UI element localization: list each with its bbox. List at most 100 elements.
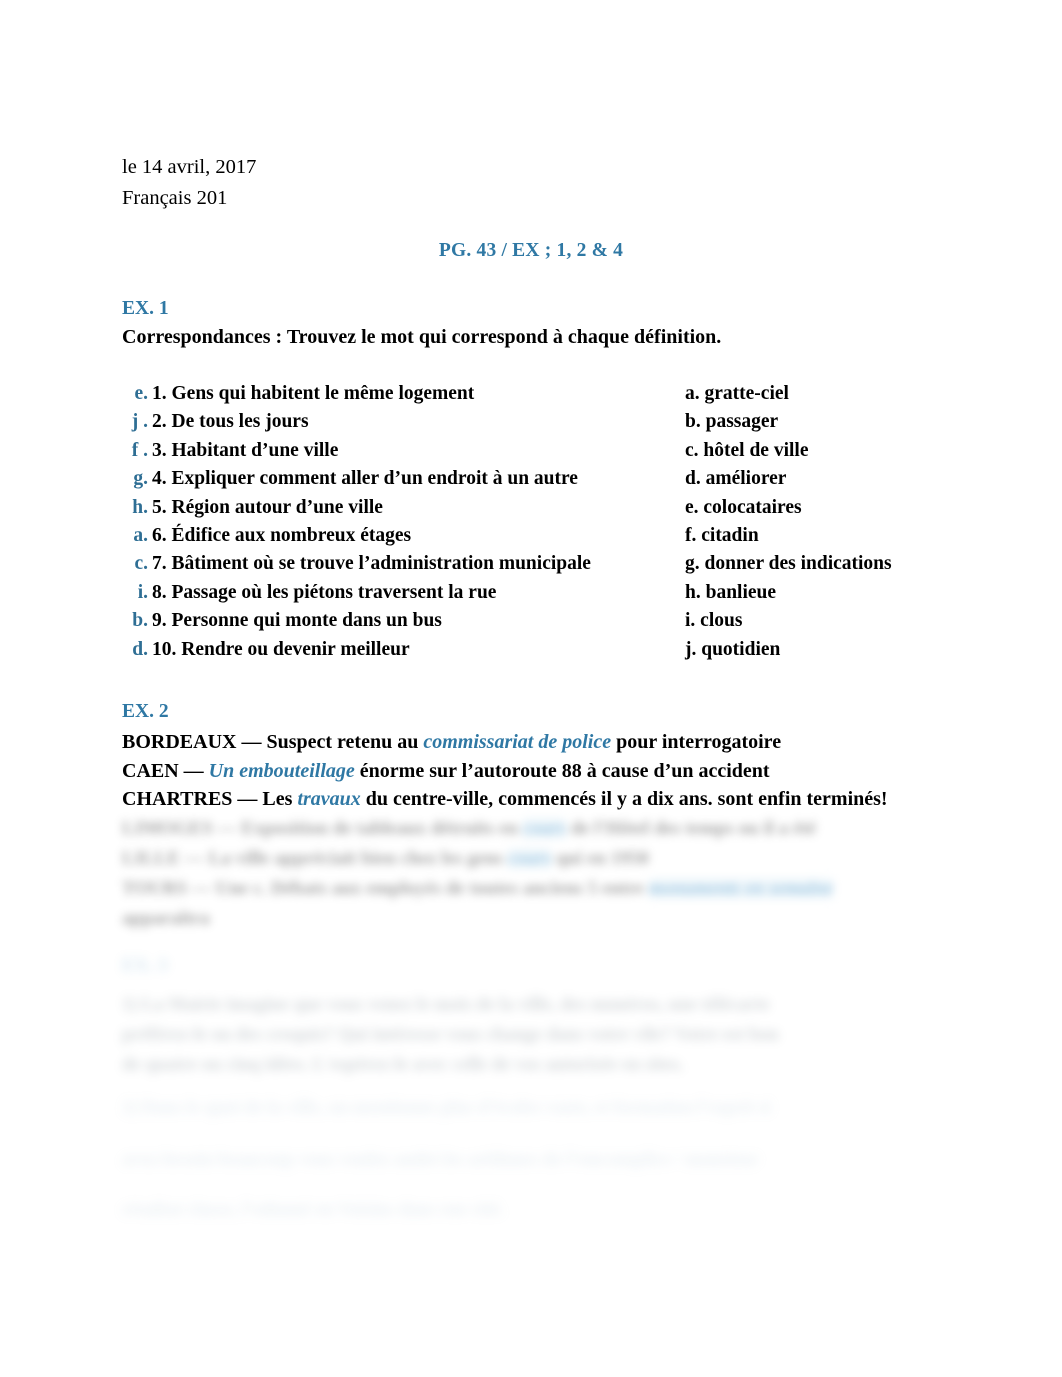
sentence-before: BORDEAUX — Suspect retenu au	[122, 731, 424, 753]
table-row: b. 9. Personne qui monte dans un bus i. c…	[122, 610, 952, 638]
choice-text: j. quotidien	[685, 638, 781, 660]
match-left-cell: i. 8. Passage où les piétons traversent l…	[122, 582, 682, 604]
sentence-after: pour interrogatoire	[611, 731, 782, 753]
ex2-sentence: BORDEAUX — Suspect retenu au commissaria…	[122, 728, 888, 757]
blurred-ex3-paragraph: 1) La Mairie imagine que vous venez le m…	[122, 990, 779, 1080]
table-row: c. 7. Bâtiment où se trouve l’administrat…	[122, 553, 952, 581]
definition-number: 2.	[152, 411, 167, 433]
blurred-line: TOURS — Une c. Débats aux employés de to…	[122, 874, 834, 904]
blurred-text: apparaîtra	[122, 908, 210, 929]
definition-number: 9.	[152, 610, 167, 632]
definition-text: Passage où les piétons traversent la rue	[171, 581, 497, 603]
choice-text: i. clous	[685, 610, 743, 632]
definition-text: Gens qui habitent le même logement	[171, 383, 475, 404]
blurred-line: LIMOGES — Exposition de tableaux détruit…	[122, 814, 833, 844]
match-left-cell: b. 9. Personne qui monte dans un bus	[122, 610, 682, 632]
match-left-cell: h. 5. Région autour d’une ville	[122, 497, 682, 519]
choice-text: g. donner des indications	[685, 553, 892, 575]
header-line-course: Français 201	[122, 187, 228, 209]
choice-text: e. colocataires	[685, 496, 802, 518]
choice-text: f. citadin	[685, 524, 759, 546]
definition-number: 1.	[152, 383, 167, 404]
choice-text: c. hôtel de ville	[685, 439, 809, 461]
definition-text: Région autour d’une ville	[171, 496, 383, 518]
definition-number: 10.	[152, 638, 177, 660]
table-row: f . 3. Habitant d’une ville c. hôtel de v…	[122, 440, 952, 468]
blurred-highlight: cours	[522, 818, 566, 839]
definition-text: Édifice aux nombreux étages	[171, 524, 412, 546]
inserted-answer: travaux	[297, 788, 361, 810]
choice-text: a. gratte-ciel	[685, 383, 789, 404]
sentence-before: CAEN —	[122, 759, 209, 782]
table-row: i. 8. Passage où les piétons traversent l…	[122, 582, 952, 610]
choice-text: d. améliorer	[685, 468, 787, 490]
answer-letter: h.	[132, 496, 148, 518]
sentence-after: énorme sur l’autoroute 88 à cause d’un a…	[354, 759, 770, 782]
answer-letter: j .	[131, 411, 148, 433]
choice-text: b. passager	[685, 411, 779, 433]
blurred-text: LIMOGES — Exposition de tableaux détruit…	[122, 818, 523, 839]
definition-number: 8.	[152, 581, 167, 603]
match-left-cell: j . 2. De tous les jours	[122, 411, 682, 433]
blurred-text: TOURS — Une c. Débats aux employés de to…	[122, 878, 649, 899]
definition-text: Bâtiment où se trouve l’administration m…	[171, 553, 591, 575]
section-heading-ex1: EX. 1	[122, 298, 169, 319]
blurred-tail-line: 2) Dans le quoi de la ville, on mentionn…	[122, 1098, 772, 1118]
table-row: j . 2. De tous les jours b. passager	[122, 411, 952, 439]
blurred-text: qui en 1950	[551, 848, 649, 869]
definition-text: Personne qui monte dans un bus	[171, 610, 442, 632]
inserted-answer: commissariat de police	[423, 731, 612, 753]
header-line-date: le 14 avril, 2017	[122, 156, 257, 178]
answer-letter: i.	[137, 581, 148, 603]
definition-number: 7.	[152, 553, 167, 575]
match-left-cell: g. 4. Expliquer comment aller d’un endroi…	[122, 468, 682, 490]
answer-letter: g.	[133, 468, 148, 490]
blurred-highlight: monuments en semaine	[648, 878, 834, 899]
match-left-cell: e. 1. Gens qui habitent le même logement	[122, 383, 682, 405]
answer-letter: a.	[133, 524, 148, 546]
answer-letter: d.	[132, 638, 148, 660]
match-left-cell: d. 10. Rendre ou devenir meilleur	[122, 639, 682, 661]
definition-number: 4.	[152, 468, 167, 490]
blurred-highlight: cours	[507, 848, 552, 869]
answer-letter: b.	[132, 610, 148, 632]
blurred-ex2-extra-lines: LIMOGES — Exposition de tableaux détruit…	[122, 814, 834, 934]
blurred-text: de l'Hôtel des temps ou il a été	[565, 818, 817, 839]
definition-text: Habitant d’une ville	[171, 439, 339, 461]
document-page: le 14 avril, 2017 Français 201 PG. 43 / …	[0, 0, 1062, 1377]
ex1-instruction: Correspondances : Trouvez le mot qui cor…	[122, 326, 722, 348]
page-title: PG. 43 / EX ; 1, 2 & 4	[438, 240, 624, 261]
blurred-line: apparaîtra	[122, 904, 833, 934]
blurred-line: LILLE — La ville appréciait bien chez le…	[122, 844, 833, 874]
match-left-cell: f . 3. Habitant d’une ville	[122, 440, 682, 462]
sentence-after: du centre-ville, commencés il y a dix an…	[360, 788, 888, 810]
ex2-sentence: CHARTRES — Les travaux du centre-ville, …	[122, 785, 888, 814]
ex1-matching-list: e. 1. Gens qui habitent le même logement …	[122, 383, 952, 667]
ex2-sentence-list: BORDEAUX — Suspect retenu au commissaria…	[122, 728, 888, 814]
section-heading-ex2: EX. 2	[122, 701, 169, 722]
answer-letter: c.	[134, 553, 148, 575]
inserted-answer: Un embouteillage	[208, 759, 355, 782]
choice-text: h. banlieue	[685, 581, 777, 603]
answer-letter: f .	[131, 439, 148, 461]
blurred-line: 1) La Mairie imagine que vous venez le m…	[122, 995, 770, 1015]
definition-number: 6.	[152, 524, 167, 546]
blurred-line: préférez-le ou des croquis? Qui intéress…	[122, 1025, 779, 1045]
table-row: h. 5. Région autour d’une ville e. coloca…	[122, 497, 952, 525]
document-header: le 14 avril, 2017 Français 201	[122, 152, 256, 214]
ex2-sentence: CAEN — Un embouteillage énorme sur l’aut…	[122, 757, 888, 786]
definition-text: Expliquer comment aller d’un endroit à u…	[171, 468, 578, 490]
definition-number: 3.	[152, 439, 167, 461]
definition-number: 5.	[152, 496, 167, 518]
match-left-cell: c. 7. Bâtiment où se trouve l’administrat…	[122, 553, 682, 575]
blurred-text: LILLE — La ville appréciait bien chez le…	[122, 848, 508, 869]
blurred-line: de quatre ou cinq idées. L'espérez-le av…	[122, 1055, 684, 1075]
table-row: a. 6. Édifice aux nombreux étages f. cita…	[122, 525, 952, 553]
match-left-cell: a. 6. Édifice aux nombreux étages	[122, 525, 682, 547]
table-row: e. 1. Gens qui habitent le même logement …	[122, 383, 952, 411]
definition-text: De tous les jours	[171, 411, 309, 433]
sentence-before: CHARTRES — Les	[122, 788, 298, 810]
table-row: g. 4. Expliquer comment aller d’un endroi…	[122, 468, 952, 496]
definition-text: Rendre ou devenir meilleur	[181, 638, 410, 660]
table-row: d. 10. Rendre ou devenir meilleur j. quot…	[122, 639, 952, 667]
